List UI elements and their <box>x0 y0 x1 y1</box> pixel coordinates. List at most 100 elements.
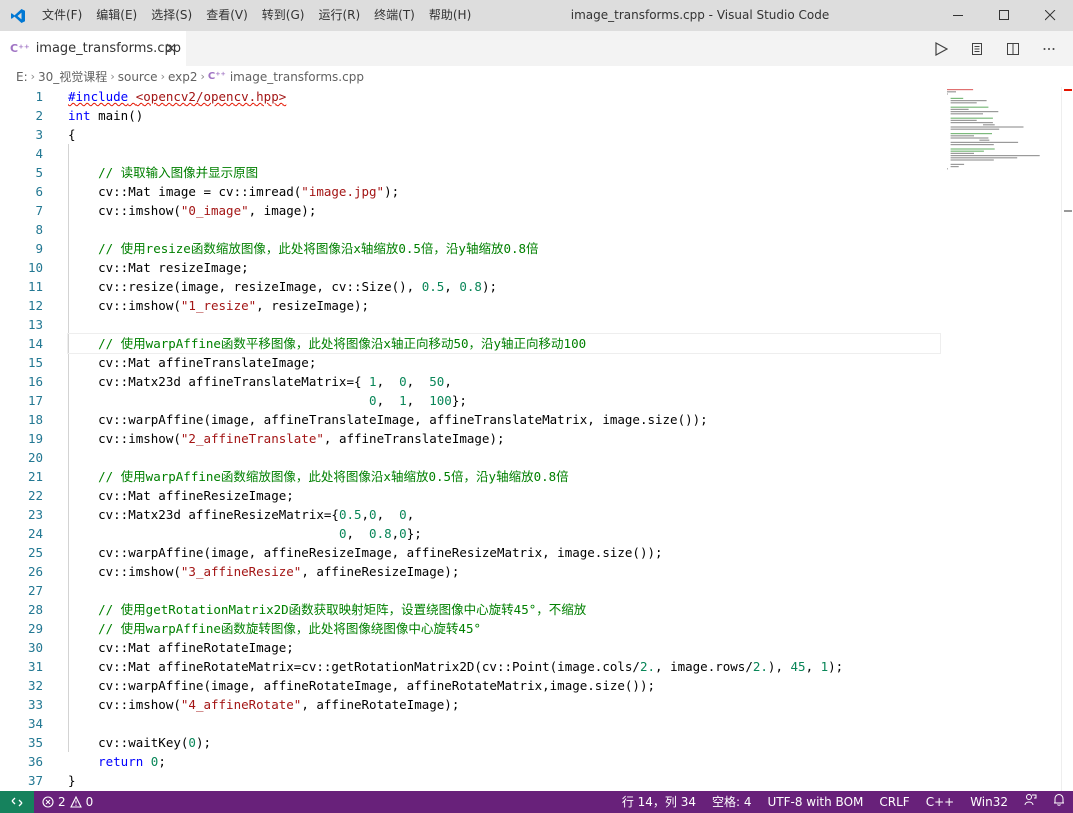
code-line[interactable]: // 使用warpAffine函数平移图像，此处将图像沿x轴正向移动50，沿y轴… <box>67 333 941 354</box>
code-line[interactable]: cv::warpAffine(image, affineRotateImage,… <box>68 676 938 695</box>
cpp-file-icon: C⁺⁺ <box>10 42 30 55</box>
line-number: 37 <box>27 773 43 788</box>
menu-item[interactable]: 选择(S) <box>144 0 199 31</box>
close-window-button[interactable] <box>1027 0 1073 31</box>
code-line[interactable]: cv::imshow("1_resize", resizeImage); <box>68 296 938 315</box>
code-line[interactable]: 0, 1, 100}; <box>68 391 938 410</box>
line-number-gutter: 1 2 3 4 5 6 7 8 9 10 11 12 13 14 15 16 17 18 19 20 21 22 23 24 2… <box>0 87 56 790</box>
menu-item[interactable]: 编辑(E) <box>89 0 144 31</box>
code-line[interactable] <box>68 144 938 163</box>
code-line[interactable] <box>68 448 938 467</box>
vertical-scrollbar[interactable] <box>1061 87 1073 791</box>
code-line[interactable]: // 使用warpAffine函数缩放图像，此处将图像沿x轴缩放0.5倍，沿y轴… <box>68 467 938 486</box>
minimap-line <box>950 148 995 150</box>
line-number: 5 <box>35 165 43 180</box>
code-line[interactable]: cv::imshow("2_affineTranslate", affineTr… <box>68 429 938 448</box>
more-actions-icon[interactable] <box>1035 31 1063 66</box>
line-number: 25 <box>27 545 43 560</box>
breadcrumb-item[interactable]: image_transforms.cpp <box>230 70 364 84</box>
minimap-line <box>947 168 948 170</box>
code-line[interactable]: cv::warpAffine(image, affineResizeImage,… <box>68 543 938 562</box>
error-marker <box>1064 89 1072 91</box>
minimap-line <box>950 111 999 113</box>
code-line[interactable] <box>68 714 938 733</box>
breadcrumb-item[interactable]: exp2 <box>168 70 198 84</box>
code-line[interactable]: cv::Mat affineRotateImage; <box>68 638 938 657</box>
minimap-line <box>950 106 989 108</box>
run-icon[interactable] <box>927 31 955 66</box>
menu-item[interactable]: 运行(R) <box>311 0 367 31</box>
code-line[interactable]: return 0; <box>68 752 938 771</box>
code-line[interactable]: cv::Mat affineRotateMatrix=cv::getRotati… <box>68 657 938 676</box>
line-number: 16 <box>27 374 43 389</box>
breadcrumb-item[interactable]: source <box>118 70 158 84</box>
menu-item[interactable]: 终端(T) <box>367 0 422 31</box>
minimize-button[interactable] <box>935 0 981 31</box>
menu-item[interactable]: 帮助(H) <box>422 0 478 31</box>
code-line[interactable]: cv::warpAffine(image, affineTranslateIma… <box>68 410 938 429</box>
menu-item[interactable]: 文件(F) <box>35 0 89 31</box>
code-line[interactable]: cv::Matx23d affineTranslateMatrix={ 1, 0… <box>68 372 938 391</box>
minimap-line <box>950 102 977 104</box>
code-line[interactable]: cv::imshow("0_image", image); <box>68 201 938 220</box>
code-line[interactable]: cv::Mat resizeImage; <box>68 258 938 277</box>
code-line[interactable]: #include <opencv2/opencv.hpp> <box>68 87 938 106</box>
minimap-line <box>950 152 974 154</box>
line-number: 8 <box>35 222 43 237</box>
code-line[interactable]: } <box>68 771 938 790</box>
code-line[interactable]: cv::Matx23d affineResizeMatrix={0.5,0, 0… <box>68 505 938 524</box>
maximize-button[interactable] <box>981 0 1027 31</box>
end-of-line[interactable]: CRLF <box>871 791 917 813</box>
notifications-bell-icon[interactable] <box>1045 791 1073 813</box>
code-line[interactable] <box>68 315 938 334</box>
code-line[interactable]: int main() <box>68 106 938 125</box>
encoding[interactable]: UTF-8 with BOM <box>759 791 871 813</box>
minimap-line <box>950 100 987 102</box>
minimap-line <box>950 135 974 137</box>
code-line[interactable] <box>68 581 938 600</box>
code-line[interactable]: cv::Mat affineTranslateImage; <box>68 353 938 372</box>
tab-image-transforms[interactable]: C⁺⁺ image_transforms.cpp <box>0 31 186 66</box>
indentation[interactable]: 空格: 4 <box>704 791 760 813</box>
minimap-line <box>950 108 969 110</box>
code-area[interactable]: #include <opencv2/opencv.hpp> int main(){… <box>67 87 941 790</box>
menu-item[interactable]: 查看(V) <box>199 0 255 31</box>
close-tab-icon[interactable] <box>164 41 178 55</box>
minimap[interactable] <box>945 87 1060 177</box>
line-number: 1 <box>35 89 43 104</box>
line-number: 24 <box>27 526 43 541</box>
code-editor[interactable]: 1 2 3 4 5 6 7 8 9 10 11 12 13 14 15 16 17 18 19 20 21 22 23 24 2… <box>0 87 1073 791</box>
breadcrumb-item[interactable]: E: <box>16 70 28 84</box>
feedback-icon[interactable] <box>1016 791 1045 813</box>
code-line[interactable]: { <box>68 125 938 144</box>
code-line[interactable]: 0, 0.8,0}; <box>68 524 938 543</box>
split-editor-icon[interactable] <box>999 31 1027 66</box>
code-line[interactable]: // 读取输入图像并显示原图 <box>68 163 938 182</box>
code-line[interactable]: // 使用resize函数缩放图像，此处将图像沿x轴缩放0.5倍，沿y轴缩放0.… <box>68 239 938 258</box>
open-preview-icon[interactable] <box>963 31 991 66</box>
code-line[interactable] <box>68 220 938 239</box>
code-line[interactable]: cv::Mat affineResizeImage; <box>68 486 938 505</box>
code-line[interactable]: cv::Mat image = cv::imread("image.jpg"); <box>68 182 938 201</box>
code-line[interactable]: // 使用warpAffine函数旋转图像，此处将图像绕图像中心旋转45° <box>68 619 938 638</box>
line-number: 9 <box>35 241 43 256</box>
problems-indicator[interactable]: 2 0 <box>34 795 93 809</box>
language-mode[interactable]: C++ <box>918 791 963 813</box>
warning-count: 0 <box>85 795 94 809</box>
code-line[interactable]: cv::imshow("3_affineResize", affineResiz… <box>68 562 938 581</box>
minimap-line <box>950 119 977 121</box>
platform[interactable]: Win32 <box>962 791 1016 813</box>
cursor-position[interactable]: 行 14，列 34 <box>614 791 704 813</box>
code-line[interactable]: cv::resize(image, resizeImage, cv::Size(… <box>68 277 938 296</box>
line-number: 10 <box>27 260 43 275</box>
code-line[interactable]: // 使用getRotationMatrix2D函数获取映射矩阵，设置绕图像中心… <box>68 600 938 619</box>
menu-item[interactable]: 转到(G) <box>255 0 312 31</box>
remote-icon[interactable] <box>0 791 34 813</box>
code-line[interactable]: cv::imshow("4_affineRotate", affineRotat… <box>68 695 938 714</box>
minimap-line <box>950 128 1000 130</box>
minimap-line <box>950 97 964 99</box>
line-number: 23 <box>27 507 43 522</box>
cpp-file-icon: C⁺⁺ <box>207 71 226 82</box>
breadcrumb-item[interactable]: 30_视觉课程 <box>38 68 107 85</box>
code-line[interactable]: cv::waitKey(0); <box>68 733 938 752</box>
